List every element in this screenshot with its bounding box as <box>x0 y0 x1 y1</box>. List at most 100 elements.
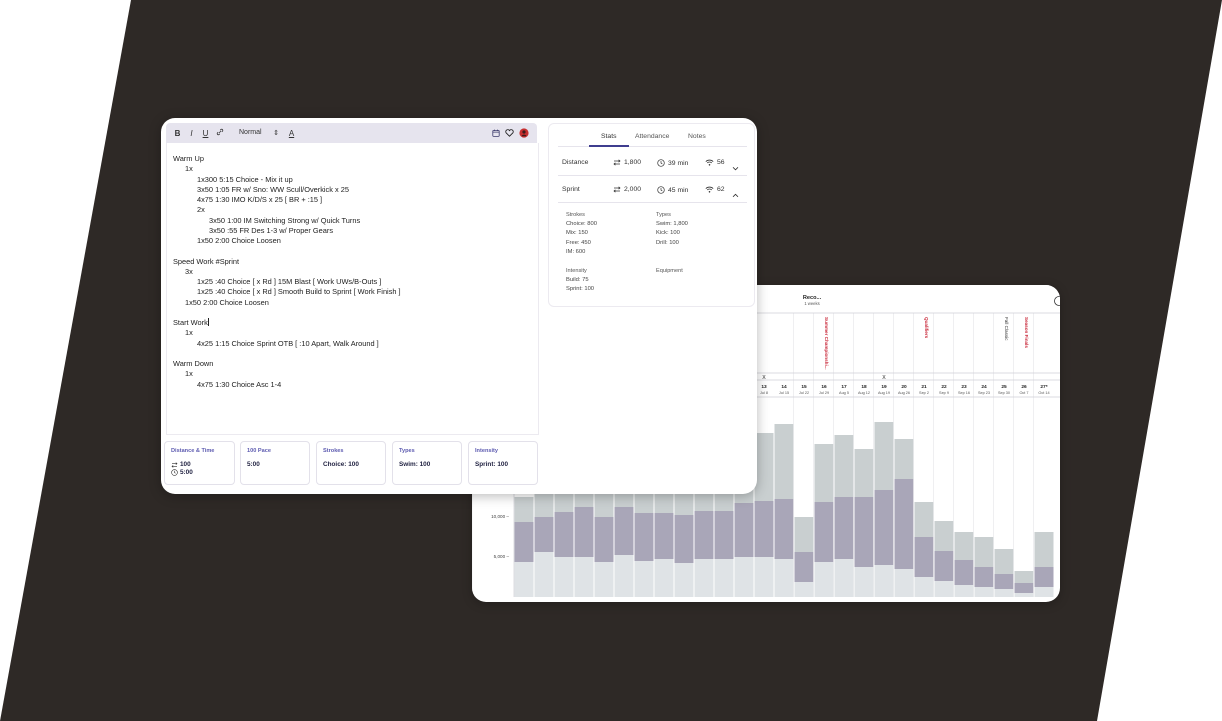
heart-icon[interactable] <box>505 129 514 137</box>
volume-bar-segment <box>734 557 754 597</box>
row-divider <box>558 202 747 203</box>
volume-bar-segment <box>1014 583 1034 593</box>
volume-bar-segment <box>694 559 714 597</box>
week-date: Sep 16 <box>958 391 970 395</box>
tab-attendance[interactable]: Attendance <box>635 133 669 140</box>
calendar-icon[interactable] <box>492 129 500 137</box>
week-number: 17 <box>841 384 847 390</box>
strokes-item: Free: 450 <box>566 239 591 246</box>
volume-bar-segment <box>834 559 854 597</box>
summary-value: Sprint: 100 <box>475 461 509 468</box>
volume-bar-segment <box>934 551 954 581</box>
stats-distance: 1,800 <box>613 159 641 166</box>
summary-title: 100 Pace <box>247 448 271 454</box>
editor-line: 3x <box>185 267 193 276</box>
summary-title: Intensity <box>475 448 499 454</box>
editor-line-text: 2x <box>197 205 205 215</box>
tab-stats[interactable]: Stats <box>601 133 617 140</box>
event-label: Fall Classic <box>1004 317 1009 341</box>
volume-bar-segment <box>814 444 834 502</box>
week-number: 20 <box>901 384 907 390</box>
volume-bar-segment <box>914 502 934 537</box>
week-date: Sep 30 <box>998 391 1010 395</box>
font-color-button[interactable]: A <box>285 129 298 138</box>
stats-distance: 2,000 <box>613 186 641 193</box>
summary-title: Strokes <box>323 448 344 454</box>
workout-text-editor[interactable]: Warm Up 1x 1x300 5:15 Choice - Mix it up 3x… <box>166 143 539 435</box>
y-axis-tick: 10,000 – <box>491 514 509 519</box>
editor-line: 1x <box>185 369 193 378</box>
types-item: Kick: 100 <box>656 230 680 237</box>
volume-bar-segment <box>914 577 934 597</box>
week-date: Jul 22 <box>799 391 809 395</box>
phase-duration: 1 weeks <box>804 301 819 306</box>
week-number: 13 <box>761 384 767 390</box>
types-list: Swim: 1,800 Kick: 100 Drill: 100 <box>656 220 688 248</box>
week-number: 18 <box>861 384 867 390</box>
signal-icon <box>705 159 714 166</box>
tab-notes[interactable]: Notes <box>688 133 706 140</box>
stats-signal: 62 <box>705 186 725 193</box>
volume-bar-segment <box>774 499 794 559</box>
volume-bar-segment <box>894 439 914 479</box>
week-date: Sep 9 <box>939 391 949 395</box>
volume-bar-segment <box>914 537 934 577</box>
bold-button[interactable]: B <box>171 129 184 138</box>
editor-line: 1x25 :40 Choice [ x Rd ] 15M Blast [ Wor… <box>197 277 381 286</box>
volume-bar-segment <box>674 563 694 597</box>
editor-line-text: 3x50 :55 FR Des 1-3 w/ Proper Gears <box>209 225 334 235</box>
types-item: Drill: 100 <box>656 239 679 246</box>
volume-bar-segment <box>894 569 914 597</box>
week-date: Jul 15 <box>779 391 789 395</box>
volume-bar-segment <box>594 517 614 562</box>
week-date: Sep 2 <box>919 391 929 395</box>
editor-line: 1x50 2:00 Choice Loosen <box>197 236 281 245</box>
editor-line-text: 4x25 1:15 Choice Sprint OTB [ :10 Apart,… <box>197 338 379 348</box>
summary-distance-value: 100 <box>180 461 191 468</box>
editor-line-text: 1x50 2:00 Choice Loosen <box>197 236 281 245</box>
volume-bar-segment <box>954 560 974 585</box>
volume-bar-segment <box>994 549 1014 574</box>
volume-bar-segment <box>694 511 714 559</box>
event-label: Summer Championshi... <box>824 317 829 370</box>
volume-bar-segment <box>794 517 814 552</box>
volume-bar-segment <box>1034 567 1054 587</box>
select-arrows-icon: ⇕ <box>273 130 279 137</box>
avatar[interactable] <box>519 128 529 138</box>
clock-icon <box>171 469 178 476</box>
summary-value: Swim: 100 <box>399 461 431 468</box>
week-number: 25 <box>1001 384 1007 390</box>
volume-bar-segment <box>874 490 894 565</box>
editor-line: 3x50 :55 FR Des 1-3 w/ Proper Gears <box>209 226 333 235</box>
volume-bar-segment <box>814 562 834 597</box>
volume-bar-segment <box>514 562 534 597</box>
week-number: 15 <box>801 384 807 390</box>
editor-line: 4x75 1:30 IMO K/D/S x 25 [ BR + :15 ] <box>197 195 322 204</box>
volume-bar-segment <box>1034 532 1054 567</box>
summary-value: Choice: 100 <box>323 461 359 468</box>
stats-row-distance[interactable]: Distance 1,800 39 min 56 <box>549 153 754 173</box>
editor-line-text: 1x <box>185 369 193 379</box>
tab-divider <box>558 146 747 147</box>
editor-line: 3x50 1:05 FR w/ Sno: WW Scull/Overkick x… <box>197 185 349 194</box>
text-style-select[interactable]: Normal ⇕ <box>239 129 279 137</box>
strokes-item: Choice: 800 <box>566 221 597 227</box>
volume-bar-segment <box>514 497 534 522</box>
volume-bar-segment <box>854 449 874 497</box>
active-tab-indicator <box>589 145 629 147</box>
row-divider <box>558 175 747 176</box>
editor-line-text: 1x50 2:00 Choice Loosen <box>185 297 269 307</box>
swap-arrows-icon <box>613 159 621 166</box>
week-date: Aug 19 <box>878 391 890 395</box>
italic-button[interactable]: I <box>185 129 198 138</box>
stats-distance-value: 1,800 <box>624 159 642 166</box>
intensity-item: Build: 75 <box>566 277 589 283</box>
stats-time: 45 min <box>657 186 688 194</box>
stats-signal-value: 56 <box>717 159 725 166</box>
stats-row-sprint[interactable]: Sprint 2,000 45 min 62 <box>549 180 754 200</box>
types-heading: Types <box>656 212 671 218</box>
underline-button[interactable]: U <box>199 129 212 138</box>
intensity-item: Sprint: 100 <box>566 286 595 293</box>
link-icon[interactable] <box>213 128 226 138</box>
editor-line: 1x <box>185 164 193 173</box>
